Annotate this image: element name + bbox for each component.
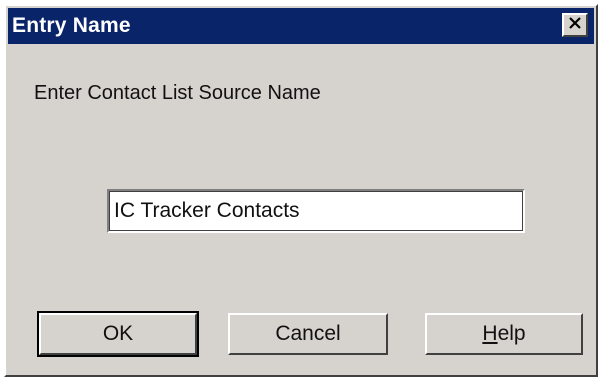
close-button[interactable] (562, 13, 588, 37)
title-bar[interactable]: Entry Name (8, 8, 594, 44)
prompt-label: Enter Contact List Source Name (34, 82, 321, 104)
window-title: Entry Name (12, 14, 131, 37)
source-name-input[interactable] (107, 189, 525, 233)
close-x-icon (568, 16, 582, 34)
help-label-rest: elp (497, 322, 526, 345)
help-mnemonic: H (482, 322, 498, 345)
cancel-button[interactable]: Cancel (228, 313, 388, 355)
ok-button[interactable]: OK (37, 311, 199, 357)
help-button-label: Help (482, 322, 525, 346)
entry-name-dialog: Entry Name Enter Contact List Source Nam… (4, 4, 598, 377)
cancel-button-label: Cancel (275, 322, 341, 345)
help-button[interactable]: Help (425, 313, 583, 355)
ok-button-label: OK (102, 322, 134, 345)
